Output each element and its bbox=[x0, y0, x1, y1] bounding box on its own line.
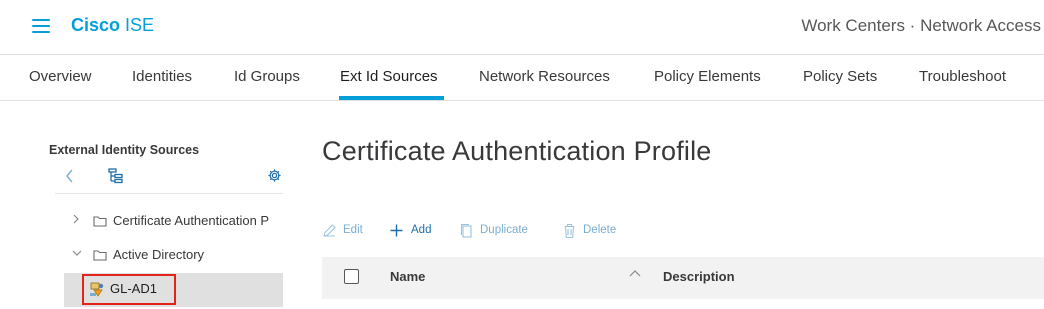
sidebar-toolbar bbox=[55, 166, 283, 194]
page-title: Certificate Authentication Profile bbox=[322, 136, 712, 166]
trash-icon bbox=[564, 223, 575, 239]
menu-icon[interactable] bbox=[32, 18, 50, 34]
context-title: Work Centers · Network Access bbox=[801, 16, 1041, 35]
ad-join-point-icon bbox=[89, 281, 106, 300]
tab-network-resources[interactable]: Network Resources bbox=[479, 68, 610, 85]
column-header-description[interactable]: Description bbox=[663, 269, 735, 284]
pencil-icon bbox=[323, 224, 336, 237]
tree-item-certificate-auth[interactable]: Certificate Authentication P bbox=[64, 204, 283, 238]
copy-icon bbox=[460, 223, 472, 238]
tab-policy-elements[interactable]: Policy Elements bbox=[654, 68, 761, 85]
column-header-name[interactable]: Name bbox=[390, 269, 425, 284]
gear-icon[interactable] bbox=[267, 168, 282, 188]
top-bar: Cisco ISE Work Centers · Network Access bbox=[0, 0, 1044, 54]
tab-troubleshoot[interactable]: Troubleshoot bbox=[919, 68, 1006, 85]
folder-icon bbox=[93, 215, 107, 230]
folder-icon bbox=[93, 249, 107, 264]
chevron-left-icon[interactable] bbox=[64, 168, 76, 189]
active-tab-indicator bbox=[339, 96, 444, 100]
sort-up-icon[interactable] bbox=[629, 268, 641, 282]
tab-id-groups[interactable]: Id Groups bbox=[234, 68, 300, 85]
add-label: Add bbox=[411, 224, 432, 236]
tab-policy-sets[interactable]: Policy Sets bbox=[803, 68, 877, 85]
sidebar-title: External Identity Sources bbox=[49, 143, 200, 157]
plus-icon bbox=[390, 224, 403, 237]
tree-item-label: Certificate Authentication P bbox=[113, 213, 270, 228]
delete-label: Delete bbox=[583, 224, 617, 236]
select-all-checkbox[interactable] bbox=[344, 269, 359, 284]
tree-item-gl-ad1[interactable]: GL-AD1 bbox=[64, 273, 283, 307]
edit-label: Edit bbox=[343, 224, 363, 236]
tree-view-icon[interactable] bbox=[108, 168, 124, 189]
chevron-down-icon[interactable] bbox=[72, 248, 82, 260]
tab-bar: Overview Identities Id Groups Ext Id Sou… bbox=[0, 54, 1044, 101]
brand-title: Cisco ISE bbox=[71, 15, 155, 35]
tab-identities[interactable]: Identities bbox=[132, 68, 192, 85]
tree-item-active-directory[interactable]: Active Directory bbox=[64, 238, 283, 272]
chevron-right-icon[interactable] bbox=[72, 214, 80, 227]
tab-overview[interactable]: Overview bbox=[29, 68, 92, 85]
duplicate-label: Duplicate bbox=[480, 224, 528, 236]
tab-ext-id-sources[interactable]: Ext Id Sources bbox=[340, 68, 438, 85]
table-header: Name Description bbox=[322, 257, 1044, 299]
tree-item-label: GL-AD1 bbox=[110, 281, 157, 296]
tree-item-label: Active Directory bbox=[113, 247, 205, 262]
